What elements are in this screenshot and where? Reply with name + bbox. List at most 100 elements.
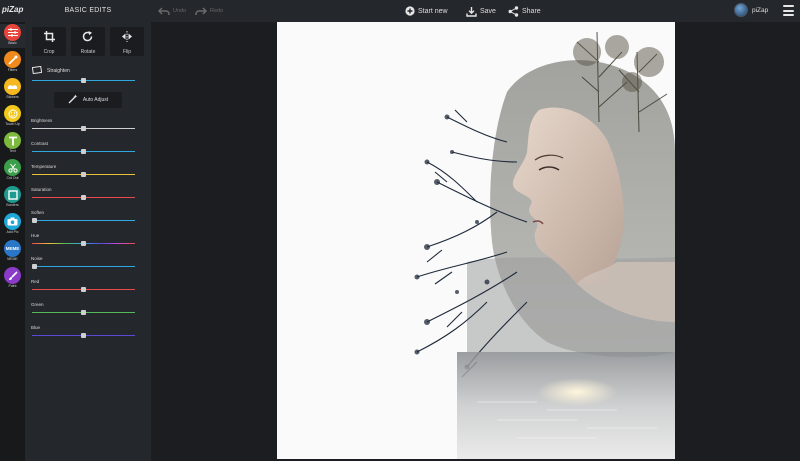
photo-canvas[interactable] [277, 22, 675, 459]
rail-item-text[interactable]: Text [0, 132, 25, 156]
flip-icon [121, 29, 133, 47]
magic-wand-icon [68, 94, 78, 106]
rail-item-cut-out[interactable]: Cut Out [0, 159, 25, 183]
slider-thumb[interactable] [81, 78, 86, 83]
top-bar: piZap BASIC EDITS Undo Redo Start new Sa… [0, 0, 800, 22]
slider-thumb[interactable] [81, 310, 86, 315]
crop-button[interactable]: Crop [32, 27, 66, 56]
straighten-label: Straighten [47, 68, 70, 74]
red-slider[interactable] [32, 287, 135, 292]
contrast-slider[interactable] [32, 149, 135, 154]
redo-icon [195, 6, 207, 16]
blue-slider[interactable] [32, 333, 135, 338]
undo-button[interactable]: Undo [158, 0, 186, 22]
flip-button[interactable]: Flip [110, 27, 144, 56]
meme-icon: MEME [4, 240, 21, 257]
slider-label-brightness: Brightness [31, 118, 53, 123]
rail-item-label: Borders [6, 203, 19, 207]
slider-label-contrast: Contrast [31, 141, 49, 146]
slider-thumb[interactable] [31, 218, 37, 223]
rail-item-add-pic[interactable]: Add Pic [0, 213, 25, 237]
crop-icon [43, 29, 55, 47]
tool-rail: Basic Filters Stickers Touch Up Text Cut Out B… [0, 22, 25, 461]
save-button[interactable]: Save [466, 0, 496, 22]
auto-adjust-label: Auto Adjust [82, 97, 109, 103]
slider-thumb[interactable] [81, 333, 86, 338]
rotate-label: Rotate [80, 48, 96, 55]
share-label: Share [522, 7, 541, 15]
slider-label-green: Green [31, 302, 44, 307]
share-button[interactable]: Share [508, 0, 541, 22]
download-icon [466, 6, 477, 17]
rail-item-label: Stickers [6, 95, 19, 99]
rail-item-basic[interactable]: Basic [0, 24, 25, 48]
app-logo[interactable]: piZap [2, 5, 23, 14]
sticker-icon [4, 78, 21, 95]
scissors-icon [4, 159, 21, 176]
camera-icon [4, 213, 21, 230]
hamburger-menu-icon[interactable] [783, 5, 794, 16]
temperature-slider[interactable] [32, 172, 135, 177]
rail-item-label: Filters [7, 68, 18, 72]
slider-thumb[interactable] [81, 172, 86, 177]
slider-label-blue: Blue [31, 325, 41, 330]
rail-item-stickers[interactable]: Stickers [0, 78, 25, 102]
straighten-slider[interactable] [32, 78, 135, 83]
face-icon [4, 105, 21, 122]
slider-thumb[interactable] [31, 264, 37, 269]
save-label: Save [480, 7, 496, 15]
canvas-area [151, 22, 800, 461]
rail-item-label: MEME [7, 257, 18, 261]
double-exposure-photo [277, 22, 675, 459]
rail-item-borders[interactable]: Borders [0, 186, 25, 210]
flip-label: Flip [122, 48, 132, 55]
text-icon [4, 132, 21, 149]
green-slider[interactable] [32, 310, 135, 315]
hue-slider[interactable] [32, 241, 135, 246]
user-menu[interactable]: piZap [734, 3, 768, 17]
basic-edits-panel: Crop Rotate Flip Straighten Auto Adjust … [25, 22, 151, 461]
brightness-slider[interactable] [32, 126, 135, 131]
slider-thumb[interactable] [81, 126, 86, 131]
slider-thumb[interactable] [81, 287, 86, 292]
panel-title: BASIC EDITS [64, 7, 112, 14]
slider-thumb[interactable] [81, 195, 86, 200]
slider-label-noise: Noise [31, 256, 43, 261]
slider-label-soften: Soften [31, 210, 45, 215]
avatar [734, 3, 748, 17]
slider-label-hue: Hue [31, 233, 40, 238]
rail-item-touch-up[interactable]: Touch Up [0, 105, 25, 129]
rail-item-label: Add Pic [6, 230, 19, 234]
rail-item-label: Cut Out [6, 176, 19, 180]
rail-item-label: Basic [8, 41, 17, 45]
rotate-button[interactable]: Rotate [71, 27, 105, 56]
user-name: piZap [752, 6, 769, 14]
border-icon [4, 186, 21, 203]
rail-item-meme[interactable]: MEME MEME [0, 240, 25, 264]
undo-icon [158, 6, 170, 16]
rail-item-label: Paint [8, 284, 17, 288]
rail-item-filters[interactable]: Filters [0, 51, 25, 75]
redo-button[interactable]: Redo [195, 0, 223, 22]
wand-icon [4, 51, 21, 68]
slider-label-red: Red [31, 279, 40, 284]
straighten-icon [31, 65, 43, 76]
rail-item-paint[interactable]: Paint [0, 267, 25, 291]
start-new-button[interactable]: Start new [405, 0, 448, 22]
brush-icon [4, 267, 21, 284]
rail-item-label: Touch Up [5, 122, 20, 126]
slider-thumb[interactable] [81, 241, 86, 246]
noise-slider[interactable] [31, 264, 135, 269]
slider-label-saturation: Saturation [31, 187, 52, 192]
plus-circle-icon [405, 6, 415, 16]
slider-thumb[interactable] [81, 149, 86, 154]
saturation-slider[interactable] [32, 195, 135, 200]
auto-adjust-button[interactable]: Auto Adjust [54, 92, 122, 108]
share-icon [508, 5, 519, 17]
rotate-icon [82, 29, 94, 47]
soften-slider[interactable] [31, 218, 135, 223]
redo-label: Redo [210, 8, 224, 14]
crop-label: Crop [43, 48, 55, 55]
start-new-label: Start new [418, 7, 448, 15]
undo-label: Undo [173, 8, 187, 14]
